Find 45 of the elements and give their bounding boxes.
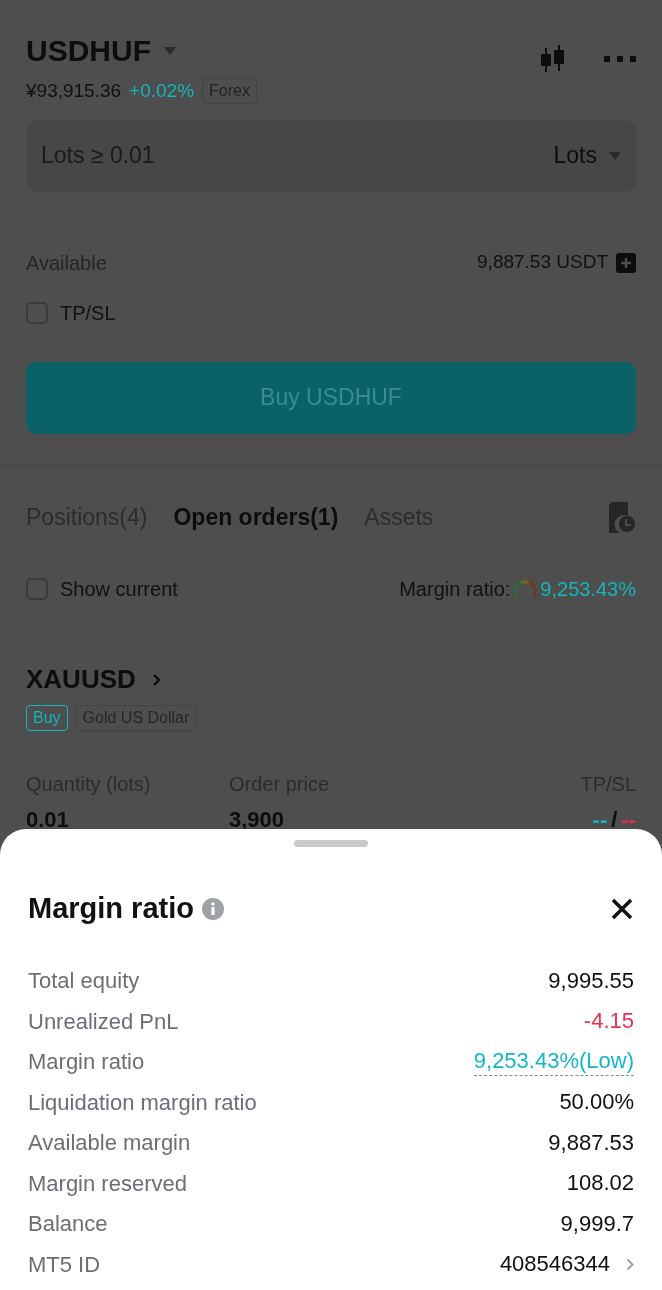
sheet-title: Margin ratio — [28, 891, 194, 926]
caret-icon[interactable] — [163, 45, 177, 56]
row-value: 108.02 — [566, 1169, 634, 1198]
row-value: 9,995.55 — [548, 966, 634, 995]
tab[interactable]: Open orders(1) — [173, 499, 339, 534]
chevron-right-icon[interactable] — [626, 1257, 634, 1271]
row-value: 9,887.53 — [548, 1128, 634, 1157]
change-text: +0.02% — [129, 79, 195, 103]
row-value: -4.15 — [583, 1007, 634, 1036]
available-value: 9,887.53 USDT — [477, 250, 608, 275]
row-label: Unrealized PnL — [28, 1007, 179, 1036]
row-label: Margin ratio — [28, 1048, 145, 1077]
field-value: 0.01 — [26, 806, 70, 834]
row-label: MT5 ID — [28, 1250, 101, 1279]
more-icon[interactable] — [604, 55, 636, 63]
row-label: Available margin — [28, 1129, 191, 1158]
stop-loss-value: -- — [621, 806, 636, 834]
row-label: Balance — [28, 1210, 108, 1239]
margin-ratio-value: 9,253.43% — [540, 577, 636, 602]
row-value: 50.00% — [559, 1088, 634, 1117]
close-icon[interactable] — [610, 896, 634, 921]
chevron-right-icon[interactable] — [151, 672, 162, 687]
show-current-label: Show current — [60, 577, 178, 602]
symbol-title[interactable]: USDHUF — [26, 28, 151, 73]
row-value[interactable]: 408546344 — [499, 1250, 610, 1279]
history-icon[interactable] — [606, 500, 636, 533]
price-text: ¥93,915.36 — [26, 79, 122, 103]
caret-icon — [609, 151, 621, 160]
margin-ratio-label: Margin ratio: — [399, 577, 511, 602]
take-profit-value: -- — [592, 806, 608, 834]
gauge-icon — [514, 579, 537, 599]
add-icon[interactable] — [616, 252, 636, 273]
order-symbol[interactable]: XAUUSD — [26, 660, 136, 699]
side-tag: Buy — [26, 705, 68, 731]
row-label: Margin reserved — [28, 1169, 187, 1198]
slash-text: / — [611, 806, 618, 834]
row-label: Liquidation margin ratio — [28, 1088, 257, 1117]
row-label: Total equity — [28, 967, 140, 996]
drag-handle[interactable] — [294, 840, 368, 847]
info-icon[interactable] — [201, 897, 224, 920]
tpsl-label: TP/SL — [60, 300, 116, 326]
row-value: 9,999.7 — [560, 1209, 634, 1238]
unit-dropdown[interactable]: Lots — [553, 138, 621, 173]
field-value: 3,900 — [229, 806, 286, 834]
row-value[interactable]: 9,253.43%(Low) — [473, 1047, 634, 1077]
